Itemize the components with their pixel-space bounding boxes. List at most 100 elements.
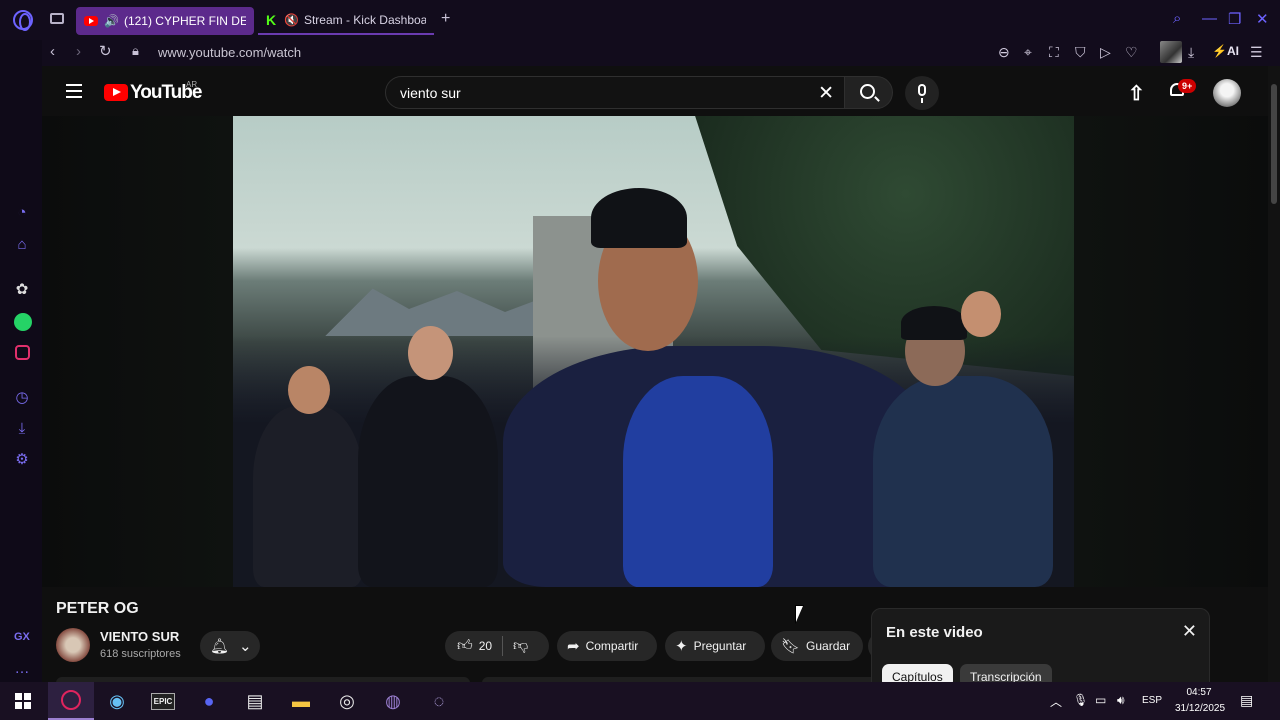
- shield-icon[interactable]: ⛉: [1075, 44, 1086, 61]
- more-icon[interactable]: …: [13, 660, 31, 678]
- back-button[interactable]: ‹: [50, 43, 55, 60]
- new-tab-button[interactable]: +: [441, 10, 450, 28]
- share-button[interactable]: ➦ Compartir: [557, 631, 657, 661]
- subscribe-notifications-button[interactable]: 🔔︎ ⌄: [200, 631, 260, 661]
- downloads-icon[interactable]: ⤓: [13, 420, 31, 438]
- video-title: PETER OG: [56, 600, 139, 617]
- scrollbar-thumb[interactable]: [1271, 84, 1277, 204]
- bell-icon: 🔔︎: [210, 638, 230, 655]
- forward-button[interactable]: ›: [76, 43, 81, 60]
- youtube-page: YouTube AR viento sur ✕ ⇧ 9+ PETER OG VI…: [42, 66, 1268, 682]
- country-code: AR: [186, 80, 198, 89]
- taskbar-app-2[interactable]: ◌: [416, 682, 462, 720]
- menu-icon[interactable]: ☰: [1250, 44, 1263, 61]
- opera-logo-icon[interactable]: [13, 10, 33, 31]
- url-field[interactable]: www.youtube.com/watch: [158, 45, 301, 60]
- profile-thumbnail[interactable]: [1160, 41, 1182, 63]
- browser-tab-bar: 🔊 (121) CYPHER FIN DEL K 🔇 Stream - Kick…: [0, 0, 1280, 40]
- steam-icon: ◉: [109, 690, 125, 711]
- taskbar-app[interactable]: ▤: [232, 682, 278, 720]
- taskbar-file-explorer[interactable]: ▬: [278, 682, 324, 720]
- opera-sidebar: ◔ ⌂ ✿ ◷ ⤓ ⚙ GX …: [0, 40, 42, 682]
- network-icon[interactable]: ▭: [1095, 693, 1106, 707]
- restore-button[interactable]: ❐: [1228, 10, 1241, 28]
- muted-speaker-icon[interactable]: 🔇: [284, 13, 299, 27]
- zoom-out-icon[interactable]: ⊖: [998, 44, 1010, 61]
- app-icon: ▤: [246, 690, 264, 711]
- start-button[interactable]: [0, 682, 46, 720]
- microphone-icon: [918, 84, 926, 103]
- ask-label: Preguntar: [693, 639, 747, 653]
- upload-icon[interactable]: ⇧: [1128, 81, 1145, 106]
- aria-icon[interactable]: ◔: [13, 204, 31, 222]
- close-window-button[interactable]: ✕: [1256, 10, 1269, 28]
- subscriber-count: 618 suscriptores: [100, 648, 181, 660]
- microphone-tray-icon[interactable]: 🎙︎: [1073, 693, 1088, 707]
- reload-button[interactable]: ↻: [99, 42, 112, 60]
- ask-button[interactable]: ✦ Preguntar: [665, 631, 765, 661]
- tab-kick[interactable]: K 🔇 Stream - Kick Dashboa: [258, 7, 434, 35]
- user-avatar[interactable]: [1213, 79, 1241, 107]
- like-icon[interactable]: 👍︎: [457, 637, 473, 655]
- gx-icon[interactable]: GX: [14, 631, 30, 643]
- tab-youtube[interactable]: 🔊 (121) CYPHER FIN DEL: [76, 7, 254, 35]
- ai-label: AI: [1226, 44, 1239, 58]
- opera-gx-icon: [61, 690, 81, 710]
- instagram-icon[interactable]: [15, 345, 30, 360]
- save-button[interactable]: 🔖︎ Guardar: [771, 631, 863, 661]
- lock-icon[interactable]: 🔒︎: [132, 43, 139, 59]
- video-player[interactable]: [233, 116, 1074, 587]
- clock-date[interactable]: 31/12/2025: [1170, 703, 1230, 714]
- search-tabs-icon[interactable]: ⌕: [1173, 10, 1181, 27]
- clear-search-icon[interactable]: ✕: [818, 82, 834, 105]
- video-frame-mountains: [233, 282, 553, 336]
- voice-search-button[interactable]: [905, 76, 939, 110]
- crypto-wallet-icon[interactable]: ⌂: [13, 236, 31, 254]
- page-scrollbar[interactable]: [1268, 66, 1280, 682]
- mouse-cursor: [796, 606, 803, 622]
- history-icon[interactable]: ◷: [13, 389, 31, 407]
- tray-chevron-up-icon[interactable]: ︿: [1050, 693, 1062, 710]
- youtube-icon: [84, 16, 98, 26]
- tab-label: Stream - Kick Dashboa: [303, 13, 426, 27]
- clock-time[interactable]: 04:57: [1172, 687, 1226, 698]
- obs-icon: ◎: [339, 690, 355, 711]
- volume-icon[interactable]: 🔊︎: [1117, 693, 1125, 708]
- download-icon[interactable]: ⤓: [1188, 44, 1194, 61]
- settings-gear-icon[interactable]: ⚙: [13, 451, 31, 469]
- taskbar-opera-gx[interactable]: [48, 682, 94, 720]
- hamburger-menu-icon[interactable]: [66, 84, 82, 98]
- dislike-icon[interactable]: 👎︎: [513, 637, 528, 655]
- heart-icon[interactable]: ♡: [1125, 44, 1138, 61]
- tab-switcher-icon[interactable]: [50, 13, 64, 24]
- close-panel-icon[interactable]: ✕: [1182, 621, 1197, 642]
- language-indicator[interactable]: ESP: [1142, 695, 1162, 706]
- chapters-panel: En este video ✕ Capítulos Transcripción: [871, 608, 1210, 688]
- search-button[interactable]: [845, 76, 893, 109]
- taskbar-chat-app[interactable]: ◍: [370, 682, 416, 720]
- like-count[interactable]: 20: [479, 639, 492, 653]
- folder-icon: ▬: [292, 690, 310, 711]
- snapshot-icon[interactable]: ⛶: [1049, 44, 1059, 61]
- minimize-button[interactable]: —: [1202, 10, 1217, 27]
- taskbar-steam[interactable]: ◉: [94, 682, 140, 720]
- like-dislike-group: 👍︎ 20 👎︎: [445, 631, 549, 661]
- sparkle-icon: ✦: [675, 638, 688, 655]
- search-input[interactable]: viento sur ✕: [385, 76, 845, 109]
- youtube-logo-icon[interactable]: [104, 84, 128, 101]
- address-bar: ‹ › ↻ 🔒︎ www.youtube.com/watch ⊖ ⌖ ⛶ ⛉ ▷…: [42, 40, 1280, 66]
- whatsapp-icon[interactable]: [14, 313, 32, 331]
- channel-avatar[interactable]: [56, 628, 90, 662]
- search-icon: [860, 84, 875, 99]
- taskbar-obs[interactable]: ◎: [324, 682, 370, 720]
- channel-name[interactable]: VIENTO SUR: [100, 629, 179, 644]
- chatgpt-icon[interactable]: ✿: [13, 281, 31, 299]
- ai-button[interactable]: ⚡AI: [1212, 44, 1239, 58]
- taskbar-discord[interactable]: ●: [186, 682, 232, 720]
- player-icon[interactable]: ▷: [1100, 44, 1111, 61]
- taskbar-epic-games[interactable]: EPIC: [140, 682, 186, 720]
- speaker-icon[interactable]: 🔊: [104, 14, 119, 28]
- notification-center-icon[interactable]: ▤: [1240, 692, 1253, 709]
- pin-icon[interactable]: ⌖: [1024, 44, 1032, 61]
- windows-logo-icon: [15, 693, 31, 709]
